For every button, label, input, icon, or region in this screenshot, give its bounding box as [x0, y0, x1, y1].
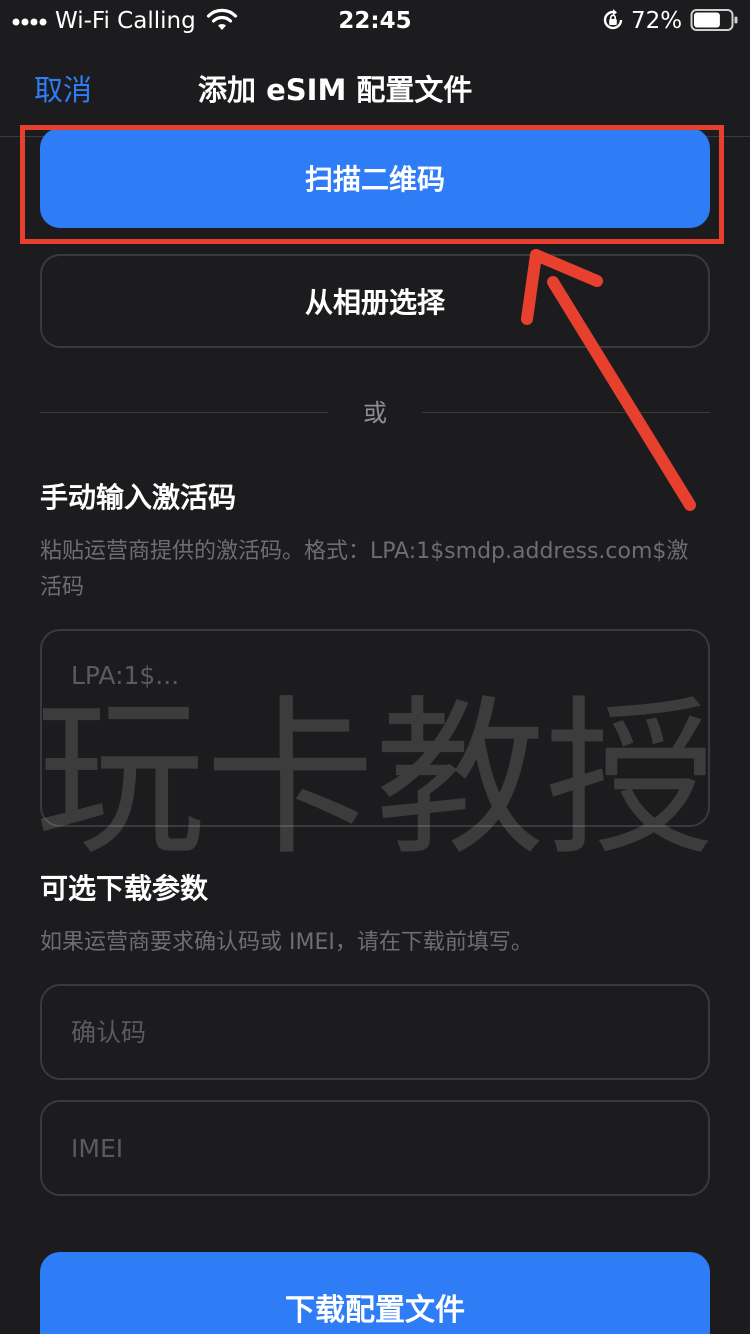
confirmation-code-input[interactable]	[40, 984, 710, 1080]
manual-entry-title: 手动输入激活码	[40, 481, 237, 514]
divider-line-right	[422, 412, 710, 413]
navigation-bar: 取消 添加 eSIM 配置文件	[0, 50, 750, 137]
or-divider-label: 或	[363, 399, 387, 427]
esim-add-screen: Wi-Fi Calling 22:45 72% 取消 添加 eSIM 配置文件 …	[0, 0, 750, 1334]
optional-params-help: 如果运营商要求确认码或 IMEI，请在下载前填写。	[40, 930, 533, 955]
scan-qr-button[interactable]: 扫描二维码	[40, 128, 710, 228]
choose-from-album-button[interactable]: 从相册选择	[40, 254, 710, 348]
imei-input[interactable]	[40, 1100, 710, 1196]
download-profile-button[interactable]: 下载配置文件	[40, 1252, 710, 1334]
battery-percent: 72%	[631, 8, 683, 34]
page-title: 添加 eSIM 配置文件	[198, 73, 473, 107]
orientation-lock-icon	[603, 9, 623, 30]
status-bar: Wi-Fi Calling 22:45 72%	[0, 0, 750, 44]
cancel-button[interactable]: 取消	[34, 70, 92, 110]
manual-entry-help: 粘贴运营商提供的激活码。格式：LPA:1$smdp.address.com$激活…	[40, 539, 689, 600]
battery-icon	[690, 9, 738, 31]
activation-code-input[interactable]	[40, 629, 710, 827]
optional-params-title: 可选下载参数	[40, 872, 209, 905]
